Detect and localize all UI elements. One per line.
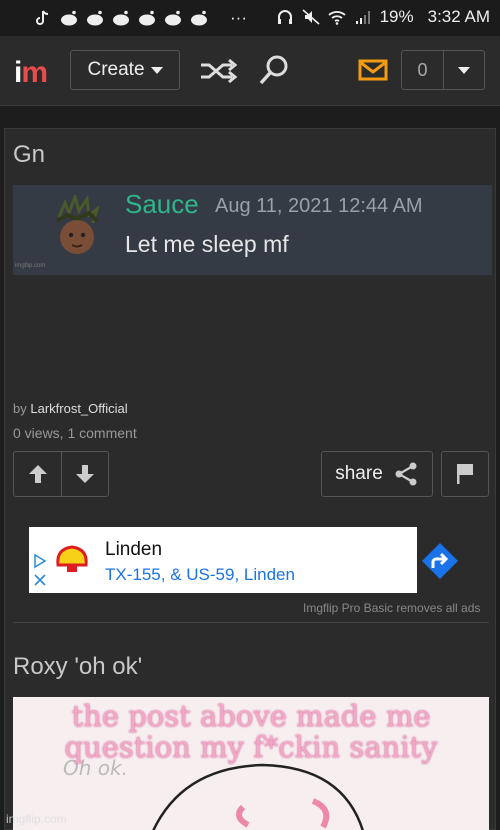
imgflip-logo[interactable]: im (14, 56, 48, 90)
notifications-button[interactable]: 0 (401, 50, 485, 90)
headphones-icon (277, 10, 292, 24)
by-prefix: by (13, 401, 27, 416)
tiktok-icon (36, 10, 49, 25)
site-header: im Create 0 (0, 36, 500, 106)
byline: by Larkfrost_Official (13, 401, 128, 416)
arrow-up-icon (28, 465, 47, 483)
upvote-button[interactable] (14, 452, 61, 496)
reddit-icon (87, 10, 103, 26)
mail-icon[interactable] (358, 58, 388, 82)
signal-icon (355, 11, 370, 24)
reddit-icon (165, 10, 181, 26)
post-image[interactable]: Sauce Aug 11, 2021 12:44 AM Let me sleep… (13, 185, 492, 275)
system-icons: 19% 3:32 AM (276, 7, 490, 27)
meme-caption: the post above made me question my f*cki… (64, 699, 438, 764)
reddit-icon (113, 10, 129, 26)
chevron-down-icon (150, 66, 163, 74)
message-username: Sauce (125, 189, 199, 219)
search-icon[interactable] (256, 52, 292, 88)
imgflip-watermark: imgflip.com (6, 812, 67, 826)
flag-button[interactable] (441, 451, 489, 497)
mute-icon (302, 9, 320, 25)
vote-buttons (13, 451, 109, 497)
reddit-icon (139, 10, 155, 26)
notifications-dropdown[interactable] (444, 51, 484, 89)
shell-logo-icon (56, 545, 88, 572)
notification-count: 0 (402, 51, 444, 89)
ad-address: TX-155, & US-59, Linden (105, 565, 295, 584)
flag-icon (457, 464, 473, 484)
more-notifications: ··· (230, 8, 247, 27)
share-button[interactable]: share (321, 451, 433, 497)
post-stats: 0 views, 1 comment (13, 425, 137, 441)
message-text: Let me sleep mf (125, 231, 289, 257)
share-label: share (335, 463, 383, 484)
battery-level: 19% (379, 7, 414, 26)
notification-icons: ··· (34, 8, 247, 28)
message-timestamp: Aug 11, 2021 12:44 AM (215, 195, 423, 217)
post-image[interactable]: Oh ok. the post above made me question m… (13, 697, 489, 830)
chevron-down-icon (458, 66, 470, 74)
adchoices-icon[interactable] (33, 553, 47, 587)
wifi-icon (327, 11, 346, 25)
ad-banner[interactable]: Linden TX-155, & US-59, Linden (29, 527, 458, 593)
arrow-down-icon (76, 465, 94, 483)
post-title[interactable]: Roxy 'oh ok' (13, 653, 142, 681)
create-label: Create (87, 59, 145, 80)
pro-ad-note[interactable]: Imgflip Pro Basic removes all ads (303, 601, 480, 615)
shuffle-icon[interactable] (198, 56, 238, 86)
status-bar: ··· 19% 3:32 AM (0, 0, 500, 36)
logo-m: m (21, 56, 48, 89)
clock: 3:32 AM (427, 7, 490, 26)
avatar (55, 195, 100, 254)
divider (13, 622, 489, 623)
image-watermark: imgflip.com (15, 263, 46, 269)
share-icon (395, 462, 417, 486)
author-link[interactable]: Larkfrost_Official (30, 401, 127, 416)
reddit-icon (191, 10, 207, 26)
post-title[interactable]: Gn (13, 141, 45, 169)
create-button[interactable]: Create (70, 50, 180, 90)
downvote-button[interactable] (61, 452, 108, 496)
feed-card: Gn Sauce Aug 11, 2021 12:44 AM Let me sl… (4, 128, 496, 830)
directions-icon[interactable] (420, 541, 460, 581)
reddit-icon (61, 10, 77, 26)
ad-title: Linden (105, 539, 163, 560)
